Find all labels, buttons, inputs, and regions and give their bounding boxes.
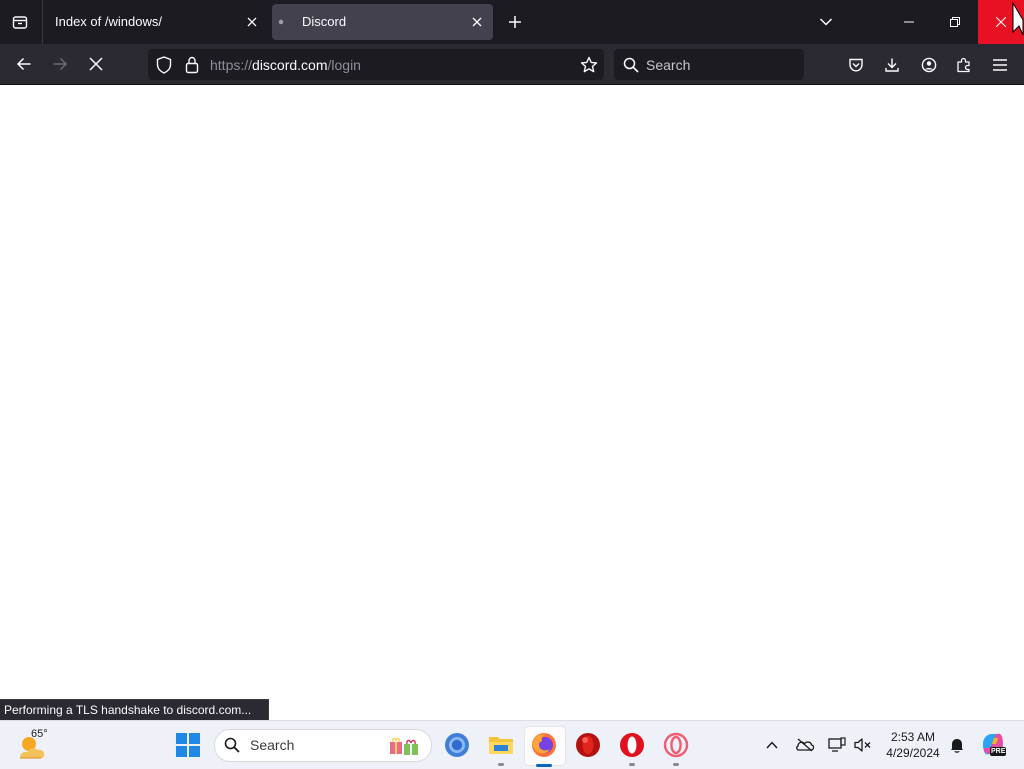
opera-gx-taskbar-icon[interactable] [572,729,604,761]
running-indicator [498,763,504,766]
taskbar-search-placeholder: Search [250,737,295,753]
tab-close-icon[interactable] [467,12,487,32]
plus-icon [509,16,521,28]
search-icon [223,736,241,754]
clock[interactable]: 2:53 AM 4/29/2024 [880,727,946,763]
stop-loading-button[interactable] [82,50,110,78]
tab-title: Index of /windows/ [55,14,162,29]
copilot-button[interactable]: PRE [978,729,1008,759]
status-panel: Performing a TLS handshake to discord.co… [0,699,270,722]
app-menu-button[interactable] [988,53,1012,77]
hamburger-menu-icon [993,59,1007,71]
tab-divider [42,0,43,44]
chrome-taskbar-icon[interactable] [441,729,473,761]
tab-close-icon[interactable] [242,12,262,32]
close-icon [996,17,1006,27]
weather-temp: 65° [31,728,48,740]
pocket-icon [849,58,863,72]
windows-taskbar: 65° Search 2:53 AM 4/29/2024 PRE [0,720,1024,769]
tracking-protection-icon[interactable] [154,55,174,75]
list-all-tabs-button[interactable] [814,10,838,34]
running-indicator [673,763,679,766]
search-highlight-gifts-icon [386,732,422,758]
opera-taskbar-icon[interactable] [616,729,648,761]
extensions-button[interactable] [952,53,976,77]
speaker-muted-icon[interactable] [850,733,876,757]
firefox-view-icon[interactable] [8,10,32,34]
url-host: discord.com [252,57,328,73]
copilot-pre-badge: PRE [990,747,1007,756]
chevron-down-icon [819,18,833,26]
account-icon [921,57,937,73]
lock-icon [185,56,199,74]
account-button[interactable] [917,53,941,77]
puzzle-icon [957,57,970,73]
search-icon [622,56,640,74]
back-button[interactable] [10,50,38,78]
url-path: /login [327,57,361,73]
clock-date: 4/29/2024 [886,746,940,760]
search-bar[interactable]: Search [614,49,804,80]
arrow-right-icon [53,57,68,71]
page-content [0,85,1024,720]
minimize-icon [904,21,914,23]
running-indicator [629,763,635,766]
tab-title: Discord [302,14,347,29]
bookmark-star-button[interactable] [578,54,600,76]
star-icon [580,56,598,73]
weather-widget[interactable]: 65° [16,727,56,763]
clock-time: 2:53 AM [890,730,936,744]
tab-strip: Index of /windows/ Discord [0,0,1024,44]
address-bar[interactable]: https://discord.com/login [148,49,604,80]
tab-discord[interactable]: Discord [272,4,493,40]
minimize-button[interactable] [886,0,932,44]
url-scheme: https:// [210,57,253,73]
arrow-left-icon [16,57,31,71]
display-settings-icon[interactable] [824,733,850,757]
mouse-cursor-icon [1012,2,1024,38]
start-button[interactable] [172,731,204,759]
new-tab-button[interactable] [503,10,527,34]
file-explorer-taskbar-icon[interactable] [485,729,517,761]
stop-icon [89,57,103,71]
notification-bell-icon[interactable] [946,733,968,757]
active-app-indicator [536,764,552,767]
onedrive-offline-icon[interactable] [792,733,818,757]
show-hidden-icons-button[interactable] [762,733,782,757]
download-icon [885,58,899,72]
taskbar-search-box[interactable]: Search [214,729,432,762]
chevron-up-icon [766,741,778,749]
shield-icon [156,56,172,74]
restore-button[interactable] [932,0,978,44]
pocket-button[interactable] [844,53,868,77]
search-placeholder: Search [646,57,691,73]
tab-loading-icon [277,18,285,26]
site-security-icon[interactable] [182,55,202,75]
firefox-taskbar-icon[interactable] [528,729,560,761]
navigation-toolbar: https://discord.com/login Search [0,44,1024,85]
downloads-button[interactable] [880,53,904,77]
forward-button[interactable] [46,50,74,78]
url-text: https://discord.com/login [210,57,361,73]
opera-gx-2-taskbar-icon[interactable] [660,729,692,761]
tab-index-windows[interactable]: Index of /windows/ [44,4,266,40]
windows-logo-icon [176,733,200,757]
restore-icon [950,17,960,27]
